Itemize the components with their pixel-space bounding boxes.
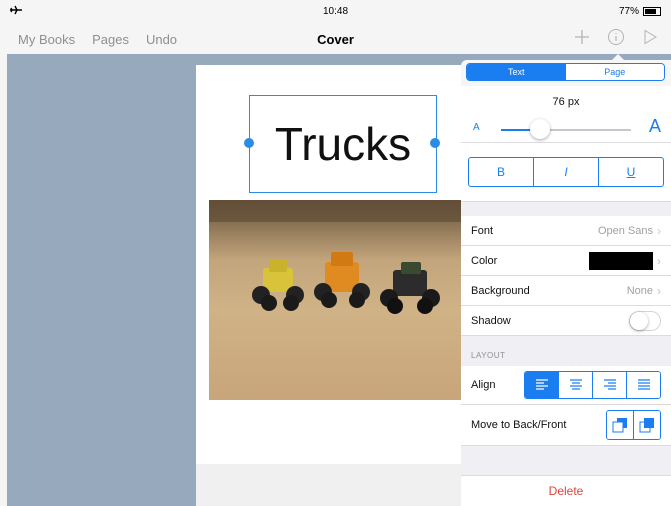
underline-button[interactable]: U (599, 158, 663, 186)
font-size-section: 76 px A A (461, 86, 671, 143)
slider-min-label: A (473, 122, 480, 133)
background-label: Background (471, 284, 530, 297)
font-row[interactable]: Font Open Sans › (461, 216, 671, 246)
tab-text[interactable]: Text (467, 64, 566, 80)
shadow-toggle[interactable] (629, 310, 661, 331)
text-inspector-popover: Text Page 76 px A A B I U Font Open Sans… (461, 60, 671, 506)
clock: 10:48 (322, 6, 349, 17)
battery-icon (643, 7, 661, 16)
resize-handle-left[interactable] (244, 138, 254, 148)
title-text[interactable]: Trucks (275, 117, 411, 171)
color-row[interactable]: Color › (461, 246, 671, 276)
text-properties-list: Font Open Sans › Color › Background None ›… (461, 216, 671, 336)
align-left-icon[interactable] (525, 372, 559, 398)
align-right-icon[interactable] (593, 372, 627, 398)
title-textbox[interactable]: Trucks (249, 95, 437, 193)
shadow-row: Shadow (461, 306, 671, 336)
align-justify-icon[interactable] (627, 372, 660, 398)
chevron-right-icon: › (657, 283, 661, 298)
bold-button[interactable]: B (469, 158, 534, 186)
play-icon[interactable] (639, 26, 661, 48)
align-segmented-control (524, 371, 661, 399)
align-row: Align (461, 366, 671, 405)
toy-trucks-photo[interactable] (209, 200, 461, 400)
background-value: None (626, 284, 653, 297)
book-page[interactable]: Trucks (196, 65, 461, 506)
move-label: Move to Back/Front (471, 419, 567, 431)
page-footer-shade (196, 464, 461, 506)
font-label: Font (471, 224, 494, 237)
align-center-icon[interactable] (559, 372, 593, 398)
delete-button[interactable]: Delete (461, 475, 671, 506)
text-style-section: B I U (461, 143, 671, 202)
slider-max-label: A (648, 116, 661, 136)
font-value: Open Sans (597, 224, 653, 237)
font-size-slider-track[interactable] (501, 129, 631, 131)
resize-handle-right[interactable] (430, 138, 440, 148)
info-icon[interactable] (605, 26, 627, 48)
plus-icon[interactable] (571, 26, 593, 48)
chevron-right-icon: › (657, 223, 661, 238)
navigation-bar: My Books Pages Undo Cover (0, 22, 671, 54)
chevron-right-icon: › (657, 253, 661, 268)
color-swatch (589, 251, 653, 270)
send-to-back-icon[interactable] (607, 411, 634, 439)
color-label: Color (471, 254, 498, 267)
font-size-value: 76 px (552, 96, 580, 108)
italic-button[interactable]: I (534, 158, 599, 186)
layout-section-header: LAYOUT (471, 351, 506, 360)
move-segmented-control (606, 410, 661, 440)
tab-page[interactable]: Page (565, 64, 664, 80)
align-label: Align (471, 379, 496, 391)
bring-to-front-icon[interactable] (634, 411, 660, 439)
background-row[interactable]: Background None › (461, 276, 671, 306)
battery-indicator: 77% (619, 6, 661, 17)
battery-percent: 77% (618, 6, 639, 17)
status-bar: 10:48 77% (0, 0, 671, 22)
move-row: Move to Back/Front (461, 405, 671, 446)
shadow-label: Shadow (471, 314, 511, 327)
font-size-slider-thumb[interactable] (530, 119, 550, 139)
inspector-tabs: Text Page (466, 63, 665, 81)
